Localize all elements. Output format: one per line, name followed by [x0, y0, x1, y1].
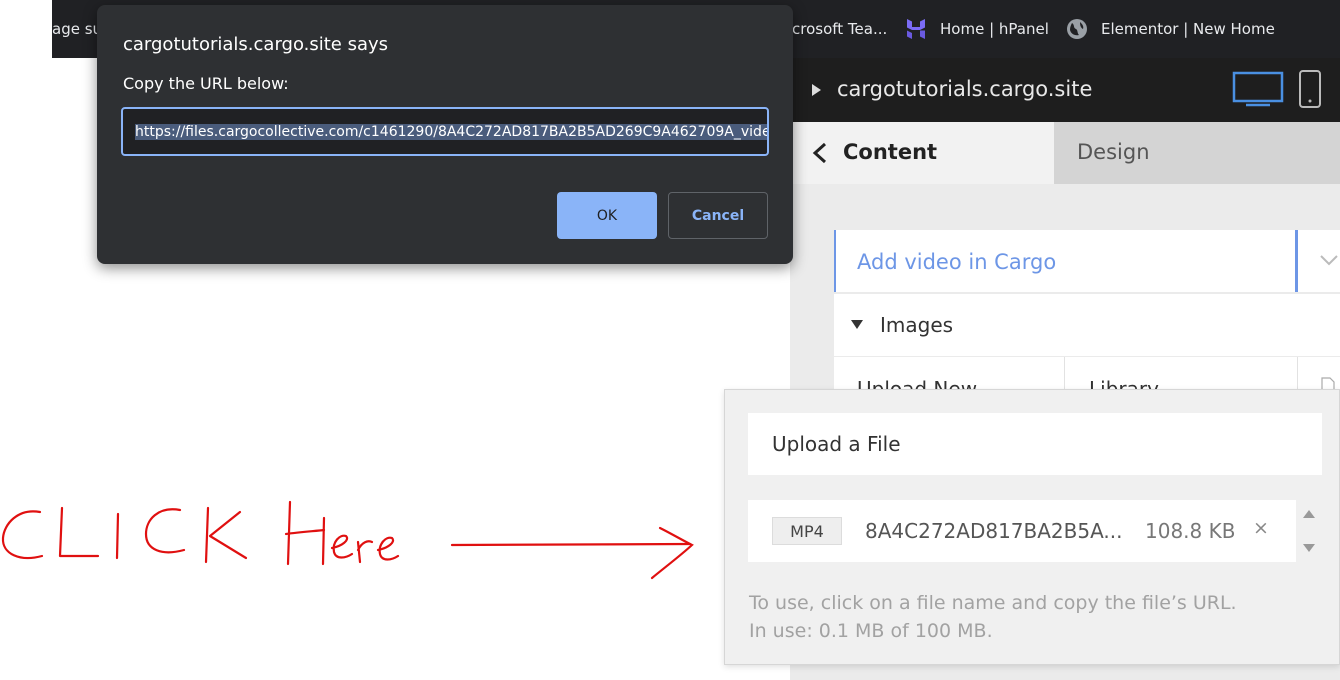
- upload-file-label: Upload a File: [772, 432, 901, 456]
- file-upload-popover: Upload a File MP4 8A4C272AD817BA2B5A... …: [724, 389, 1340, 665]
- remove-file-icon[interactable]: ×: [1253, 517, 1269, 539]
- arrow-pointing-right-icon: [450, 526, 694, 580]
- dialog-message: Copy the URL below:: [123, 74, 289, 93]
- scroll-down-arrow-icon[interactable]: [1303, 544, 1315, 552]
- file-name-link[interactable]: 8A4C272AD817BA2B5A...: [865, 519, 1123, 543]
- page-item-label[interactable]: Add video in Cargo: [857, 250, 1056, 274]
- hostinger-logo-icon: [904, 17, 928, 41]
- desktop-view-icon[interactable]: [1232, 71, 1284, 108]
- ok-button[interactable]: OK: [557, 192, 657, 239]
- bookmark-label: Home | hPanel: [940, 20, 1049, 38]
- tab-content[interactable]: Content: [790, 122, 1054, 184]
- tab-content-label: Content: [843, 140, 938, 164]
- usage-hint: To use, click on a file name and copy th…: [749, 589, 1237, 645]
- tab-design-label: Design: [1077, 140, 1150, 164]
- hint-line: To use, click on a file name and copy th…: [749, 592, 1237, 614]
- collapse-triangle-icon[interactable]: [851, 320, 863, 329]
- scroll-up-arrow-icon[interactable]: [1303, 510, 1315, 518]
- handwritten-click-here-text: [1, 500, 400, 566]
- file-type-badge: MP4: [772, 517, 842, 545]
- document-icon[interactable]: [1321, 377, 1335, 389]
- divider: [1064, 357, 1065, 389]
- bookmark-hpanel[interactable]: Home | hPanel: [904, 0, 1049, 58]
- chevron-down-icon[interactable]: [1318, 252, 1340, 268]
- mobile-view-icon[interactable]: [1298, 69, 1322, 109]
- bookmark-elementor[interactable]: Elementor | New Home: [1065, 0, 1275, 58]
- upload-new-button[interactable]: Upload New: [857, 377, 977, 389]
- play-icon[interactable]: [812, 84, 821, 96]
- tab-design[interactable]: Design: [1054, 122, 1340, 184]
- site-title[interactable]: cargotutorials.cargo.site: [837, 77, 1092, 101]
- divider: [1297, 357, 1298, 389]
- cancel-button[interactable]: Cancel: [668, 192, 768, 239]
- globe-icon: [1065, 17, 1089, 41]
- dialog-title: cargotutorials.cargo.site says: [123, 34, 389, 55]
- library-button[interactable]: Library: [1089, 377, 1159, 389]
- url-input[interactable]: https://files.cargocollective.com/c14612…: [121, 107, 769, 156]
- bookmark-label: crosoft Tea...: [792, 20, 888, 38]
- upload-file-button[interactable]: Upload a File: [748, 413, 1322, 475]
- url-selected-text: https://files.cargocollective.com/c14612…: [135, 123, 767, 140]
- bookmark-label: Elementor | New Home: [1101, 20, 1275, 38]
- page-item-selection-border: [1295, 230, 1298, 292]
- uploaded-file-row[interactable]: MP4 8A4C272AD817BA2B5A... 108.8 KB ×: [748, 500, 1296, 562]
- browser-prompt-dialog: cargotutorials.cargo.site says Copy the …: [97, 5, 793, 264]
- images-section-label: Images: [880, 313, 954, 337]
- images-toolbar: Upload New Library: [834, 357, 1340, 389]
- editor-header: cargotutorials.cargo.site: [790, 58, 1340, 122]
- chevron-left-icon[interactable]: [810, 141, 830, 165]
- storage-usage: In use: 0.1 MB of 100 MB.: [749, 620, 993, 642]
- bookmark-microsoft-teams[interactable]: crosoft Tea...: [792, 0, 887, 58]
- handwritten-annotation: [1, 500, 694, 580]
- editor-tabs: Content Design: [790, 122, 1340, 184]
- file-size: 108.8 KB: [1145, 519, 1236, 543]
